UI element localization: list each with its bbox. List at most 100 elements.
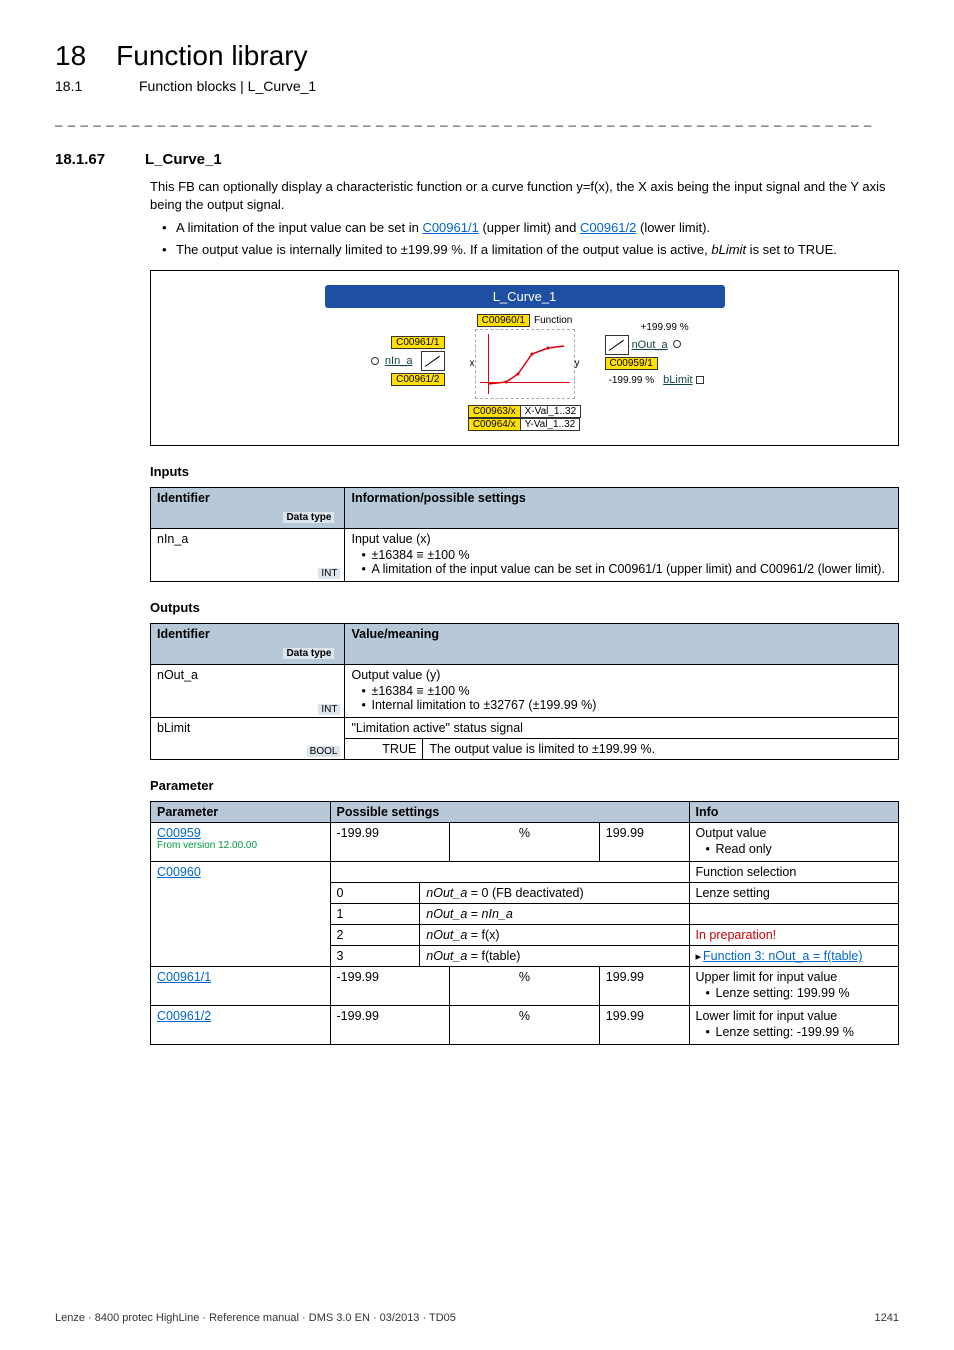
diagram: L_Curve_1 C00961/1 nIn_a C00961/2 C00960… [325, 285, 725, 431]
table-row: C00961/2 -199.99 % 199.99 Lower limit fo… [151, 1006, 899, 1045]
limiter-icon [421, 351, 445, 371]
chip-lim-bot: C00961/2 [391, 373, 444, 386]
chip-xval-r: X-Val_1..32 [521, 405, 582, 418]
chapter-title: Function library [116, 40, 307, 72]
param-subtext: From version 12.00.00 [157, 840, 324, 851]
link-c00961-1[interactable]: C00961/1 [422, 220, 478, 235]
intro-bullet-1: A limitation of the input value can be s… [164, 219, 899, 237]
param-info: Output value [696, 826, 892, 840]
param-max: 199.99 [599, 1006, 689, 1045]
opt-var: nOut_a [426, 886, 467, 900]
blimit-label: bLimit [663, 374, 692, 386]
param-unit: % [450, 1006, 600, 1045]
col-parameter: Parameter [151, 802, 331, 823]
col-identifier: Identifier [157, 491, 210, 505]
opt-info [689, 904, 898, 925]
chip-func: C00960/1 [477, 314, 530, 327]
table-row: C00959 From version 12.00.00 -199.99 % 1… [151, 823, 899, 862]
opt-var: nOut_a [426, 928, 467, 942]
outputs-heading: Outputs [150, 600, 899, 615]
param-unit: % [450, 823, 600, 862]
chip-yval-l: C00964/x [468, 418, 521, 431]
minus-label: -199.99 % [609, 375, 655, 386]
opt-num: 2 [330, 925, 420, 946]
out-label: nOut_a [632, 339, 668, 351]
parameter-heading: Parameter [150, 778, 899, 793]
opt-desc: = [467, 907, 481, 921]
output-desc-b2: Internal limitation to ±32767 (±199.99 %… [361, 698, 892, 712]
link-c00961-2[interactable]: C00961/2 [580, 220, 636, 235]
param-info: Function selection [689, 862, 898, 883]
param-link-c00960[interactable]: C00960 [157, 865, 201, 879]
inputs-table: Identifier Data type Information/possibl… [150, 487, 899, 582]
col-identifier: Identifier [157, 627, 210, 641]
param-min: -199.99 [330, 1006, 450, 1045]
opt-num: 1 [330, 904, 420, 925]
table-row: nIn_a INT Input value (x) ±16384 ≡ ±100 … [151, 529, 899, 582]
footer-left: Lenze · 8400 protec HighLine · Reference… [55, 1312, 456, 1324]
inputs-heading: Inputs [150, 464, 899, 479]
param-link-c00959[interactable]: C00959 [157, 826, 201, 840]
input-desc-b1: ±16384 ≡ ±100 % [361, 548, 892, 562]
chip-yval-r: Y-Val_1..32 [521, 418, 581, 431]
param-unit: % [450, 967, 600, 1006]
port-icon [371, 357, 379, 365]
page-footer: Lenze · 8400 protec HighLine · Reference… [55, 1312, 899, 1324]
opt-var2: nIn_a [482, 907, 513, 921]
text: (lower limit). [636, 220, 710, 235]
diagram-left: C00961/1 nIn_a C00961/2 [325, 314, 445, 386]
param-info-b1: Read only [706, 842, 892, 856]
port-icon [673, 340, 681, 348]
col-info: Info [689, 802, 898, 823]
opt-desc: = f(x) [467, 928, 499, 942]
param-link-c00961-1[interactable]: C00961/1 [157, 970, 211, 984]
col-possible-settings: Possible settings [330, 802, 689, 823]
chapter-number: 18 [55, 40, 86, 72]
opt-num: 0 [330, 883, 420, 904]
triangle-icon: ▸ [696, 950, 702, 963]
opt-num: 3 [330, 946, 420, 967]
plot-box: x y [475, 329, 575, 399]
table-row: C00961/1 -199.99 % 199.99 Upper limit fo… [151, 967, 899, 1006]
opt-info: In preparation! [689, 925, 898, 946]
output-id: nOut_a [157, 668, 198, 682]
param-max: 199.99 [599, 967, 689, 1006]
param-info: Lower limit for input value [696, 1009, 892, 1023]
in-label: nIn_a [385, 355, 413, 367]
section-number: 18.1.67 [55, 151, 115, 168]
opt-var: nOut_a [426, 907, 467, 921]
table-row: nOut_a INT Output value (y) ±16384 ≡ ±10… [151, 665, 899, 718]
output-desc: Output value (y) [351, 668, 892, 682]
chip-out: C00959/1 [605, 357, 658, 370]
output-type: BOOL [307, 746, 341, 757]
outputs-table: Identifier Data type Value/meaning nOut_… [150, 623, 899, 760]
section-title: L_Curve_1 [145, 151, 222, 168]
opt-info-link[interactable]: Function 3: nOut_a = f(table) [703, 949, 862, 963]
output-desc-b1: ±16384 ≡ ±100 % [361, 684, 892, 698]
param-info-b1: Lenze setting: 199.99 % [706, 986, 892, 1000]
xy-chips: C00963/xX-Val_1..32 C00964/xY-Val_1..32 [468, 405, 581, 431]
opt-var: nOut_a [426, 949, 467, 963]
table-row: bLimit BOOL "Limitation active" status s… [151, 718, 899, 739]
chip-xval-l: C00963/x [468, 405, 521, 418]
input-id: nIn_a [157, 532, 188, 546]
func-label: Function [534, 315, 572, 326]
param-link-c00961-2[interactable]: C00961/2 [157, 1009, 211, 1023]
col-info: Information/possible settings [345, 488, 899, 529]
intro-bullets: A limitation of the input value can be s… [150, 219, 899, 258]
output-type: INT [318, 704, 340, 715]
text-italic: bLimit [711, 242, 746, 257]
true-desc: The output value is limited to ±199.99 %… [423, 739, 898, 759]
col-datatype: Data type [283, 648, 334, 659]
input-desc-b2: A limitation of the input value can be s… [361, 562, 892, 576]
page-subheader: 18.1 Function blocks | L_Curve_1 [55, 78, 899, 94]
input-desc: Input value (x) [351, 532, 892, 546]
param-info: Upper limit for input value [696, 970, 892, 984]
sub-title: Function blocks | L_Curve_1 [139, 78, 316, 94]
chip-lim-top: C00961/1 [391, 336, 444, 349]
x-label: x [470, 358, 475, 369]
col-value: Value/meaning [345, 624, 899, 665]
parameter-table: Parameter Possible settings Info C00959 … [150, 801, 899, 1045]
y-label: y [575, 358, 580, 369]
page-header: 18 Function library [55, 40, 899, 72]
